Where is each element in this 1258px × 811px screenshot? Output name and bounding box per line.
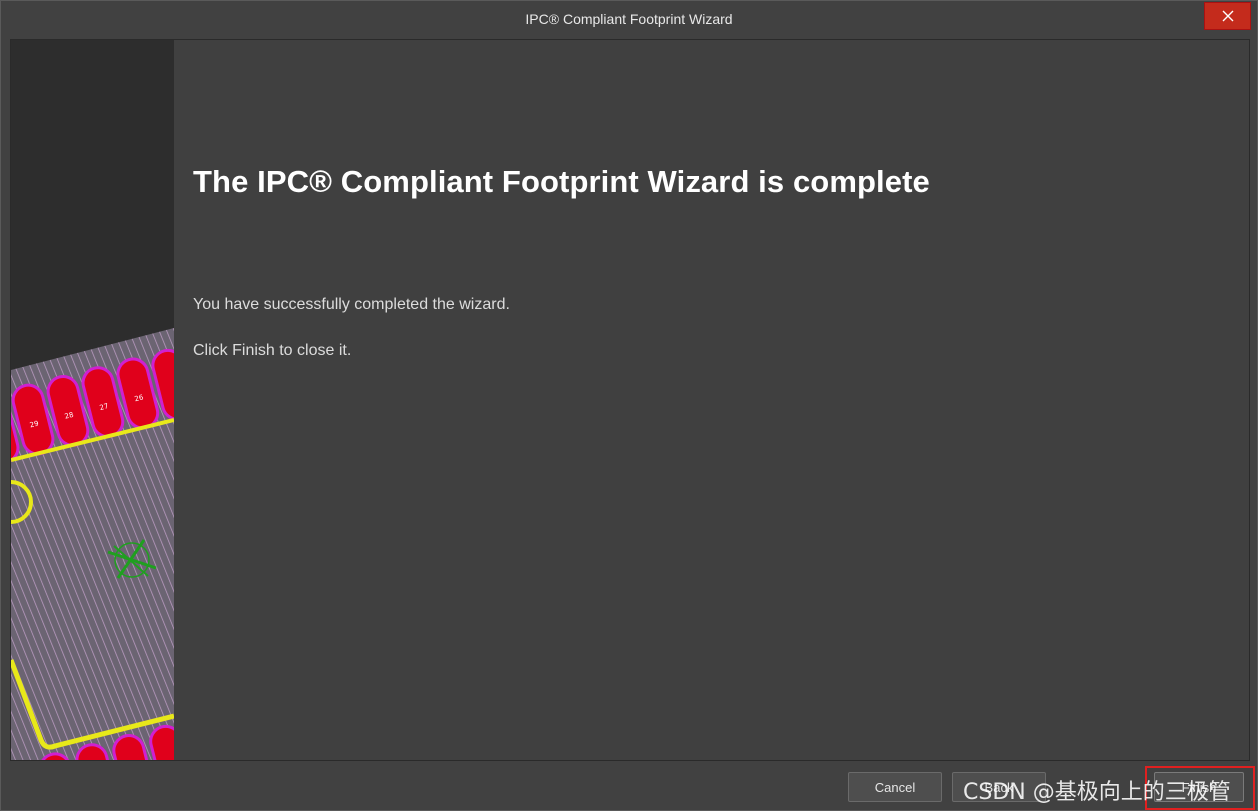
completion-message: You have successfully completed the wiza… [193, 296, 510, 313]
button-bar: Cancel Back Finish [1, 761, 1257, 810]
side-banner-image: 29 28 27 26 [11, 40, 174, 760]
title-bar: IPC® Compliant Footprint Wizard [1, 1, 1257, 39]
page-title: The IPC® Compliant Footprint Wizard is c… [193, 164, 930, 199]
finish-instruction: Click Finish to close it. [193, 342, 352, 359]
close-button[interactable] [1204, 2, 1251, 30]
back-button[interactable]: Back [952, 772, 1046, 802]
wizard-content: 29 28 27 26 The IPC® Compliant Footprint… [10, 39, 1250, 761]
cancel-button[interactable]: Cancel [848, 772, 942, 802]
pcb-footprint-illustration: 29 28 27 26 [11, 40, 174, 760]
close-icon [1222, 10, 1233, 22]
wizard-main-panel: The IPC® Compliant Footprint Wizard is c… [193, 40, 1249, 760]
finish-button[interactable]: Finish [1154, 772, 1244, 802]
wizard-window: IPC® Compliant Footprint Wizard 29 28 27… [0, 0, 1258, 811]
window-title: IPC® Compliant Footprint Wizard [525, 11, 733, 27]
